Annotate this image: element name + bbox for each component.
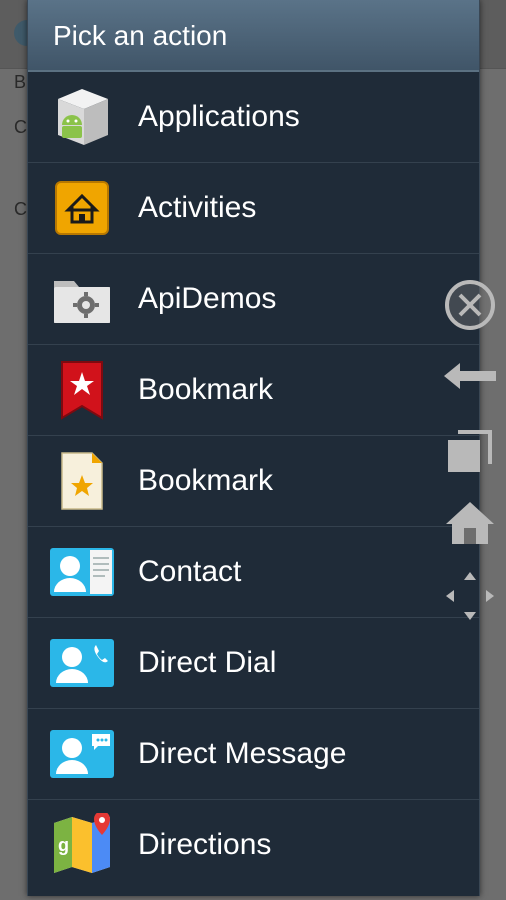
action-list: Applications Activities ApiDemos Bookmar… <box>28 72 479 890</box>
apidemos-folder-icon <box>50 267 114 331</box>
background-text-1: B <box>14 72 27 92</box>
list-item-label: Bookmark <box>138 373 274 406</box>
back-arrow-icon[interactable] <box>444 361 498 396</box>
close-icon[interactable] <box>443 278 497 337</box>
list-item-label: Directions <box>138 828 272 861</box>
bookmark-ribbon-icon <box>50 358 114 422</box>
applications-icon <box>50 85 114 149</box>
svg-text:g: g <box>58 835 69 855</box>
list-item-direct-message[interactable]: Direct Message <box>28 709 479 800</box>
list-item-label: Applications <box>138 100 300 133</box>
bookmark-page-icon <box>50 449 114 513</box>
list-item-label: Contact <box>138 555 242 588</box>
list-item-label: Bookmark <box>138 464 274 497</box>
direct-dial-icon <box>50 631 114 695</box>
list-item-label: Activities <box>138 191 257 224</box>
background-text-2: C <box>14 117 27 137</box>
contact-card-icon <box>50 540 114 604</box>
list-item-activities[interactable]: Activities <box>28 163 479 254</box>
list-item-label: Direct Dial <box>138 646 277 679</box>
direct-message-icon <box>50 722 114 786</box>
list-item-applications[interactable]: Applications <box>28 72 479 163</box>
list-item-label: ApiDemos <box>138 282 277 315</box>
list-item-contact[interactable]: Contact <box>28 527 479 618</box>
list-item-apidemos[interactable]: ApiDemos <box>28 254 479 345</box>
list-item-directions[interactable]: g Directions <box>28 800 479 890</box>
list-item-bookmark-page[interactable]: Bookmark <box>28 436 479 527</box>
list-item-bookmark-ribbon[interactable]: Bookmark <box>28 345 479 436</box>
list-item-direct-dial[interactable]: Direct Dial <box>28 618 479 709</box>
list-item-label: Direct Message <box>138 737 347 770</box>
home-icon[interactable] <box>444 500 496 551</box>
dialog-title: Pick an action <box>28 0 479 72</box>
move-icon[interactable] <box>444 570 496 627</box>
background-text-3: C <box>14 199 27 219</box>
activities-icon <box>50 176 114 240</box>
recent-apps-icon[interactable] <box>446 428 494 479</box>
pick-action-dialog: Pick an action Applications Activities A… <box>27 0 480 896</box>
maps-icon: g <box>50 811 114 877</box>
